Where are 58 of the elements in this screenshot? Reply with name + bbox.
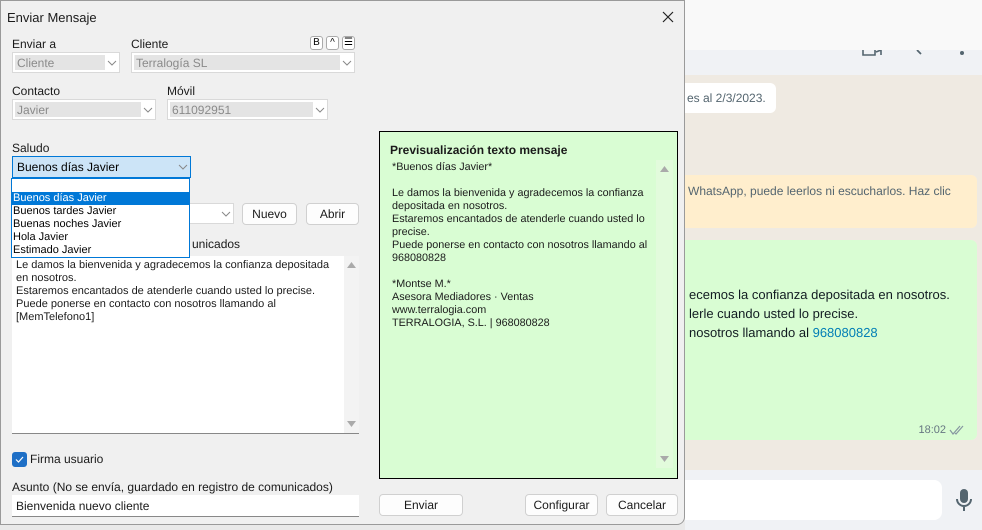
- scroll-up-icon[interactable]: [347, 262, 356, 268]
- field-label: Saludo: [12, 140, 50, 156]
- window-title: Enviar Mensaje: [7, 10, 97, 24]
- field-label: Enviar a: [12, 36, 58, 52]
- preview-line: *Buenos días Javier*: [392, 161, 494, 174]
- preview-line: 968080828: [392, 252, 448, 265]
- text-line: en nosotros.: [16, 272, 78, 285]
- preview-line: TERRALOGIA, S.L. | 968080828: [392, 317, 551, 330]
- message-input[interactable]: [685, 480, 942, 520]
- configure-button[interactable]: Configurar: [525, 494, 598, 516]
- subject-input[interactable]: Bienvenida nuevo cliente: [12, 495, 359, 517]
- checkbox-label: Firma usuario: [30, 452, 104, 466]
- message-time: 18:02: [918, 424, 946, 436]
- preview-line: precise.: [392, 226, 431, 239]
- checkbox[interactable]: [12, 452, 27, 466]
- field-label: Móvil: [167, 83, 196, 99]
- format-button[interactable]: ^: [326, 36, 339, 50]
- message-line: lerle cuando usted lo precise.: [688, 305, 860, 323]
- text-line: [MemTelefono1]: [16, 311, 96, 324]
- close-button[interactable]: [660, 9, 676, 25]
- preview-line: *Montse M.*: [392, 278, 452, 291]
- date-notice: es al 2/3/2023.: [685, 83, 776, 113]
- format-button[interactable]: B: [310, 36, 323, 50]
- message-line: ecemos la confianza depositada en nosotros.: [688, 286, 951, 304]
- phone-link[interactable]: 968080828: [812, 325, 878, 340]
- field-label: Cliente: [131, 36, 168, 52]
- dropdown-option[interactable]: Buenos días Javier: [12, 192, 189, 205]
- message-line: nosotros llamando al 968080828: [688, 324, 879, 342]
- preview-line: Le damos la bienvenida y agradecemos la confianza: [392, 187, 644, 200]
- cancel-button[interactable]: Cancelar: [606, 494, 678, 516]
- message-text-area[interactable]: Le damos la bienvenida y agradecemos la confianza depositada en nosotros. Estaremos encantados de atenderle cuando usted lo precise. Puede ponerse en contacto con nosotros llamando al [MemTelefono1]: [12, 256, 359, 434]
- scroll-down-icon[interactable]: [347, 421, 356, 427]
- text-line: Puede ponerse en contacto con nosotros llamando al: [16, 298, 277, 311]
- more-options-icon[interactable]: [960, 50, 964, 56]
- field-label: Asunto (No se envía, guardado en registro de comunicados): [12, 479, 334, 495]
- microphone-icon[interactable]: [956, 488, 972, 512]
- encryption-notice: WhatsApp, puede leerlos ni escucharlos. Haz clic: [685, 175, 977, 228]
- scroll-down-icon[interactable]: [660, 456, 669, 462]
- preview-line: Estaremos encantados de atenderle cuando usted lo: [392, 213, 646, 226]
- field-label: unicados: [192, 236, 240, 252]
- send-button[interactable]: Enviar: [379, 494, 463, 516]
- text-line: Estaremos encantados de atenderle cuando usted lo precise.: [16, 285, 316, 298]
- preview-line: Asesora Mediadores · Ventas: [392, 291, 535, 304]
- scroll-up-icon[interactable]: [660, 166, 669, 172]
- new-button[interactable]: Nuevo: [242, 203, 297, 225]
- text-line: Le damos la bienvenida y agradecemos la confianza depositada: [16, 259, 330, 272]
- preview-line: depositada en nosotros.: [392, 200, 508, 213]
- video-camera-icon[interactable]: [862, 50, 882, 56]
- preview-line: www.terralogia.com: [392, 304, 488, 317]
- open-button[interactable]: Abrir: [306, 203, 359, 225]
- preview-line: Puede ponerse en contacto con nosotros llamando al: [392, 239, 648, 252]
- greeting-dropdown[interactable]: Buenos días Javier: [12, 156, 191, 178]
- format-button[interactable]: ☰: [342, 36, 355, 50]
- checkmark-icon: [15, 456, 24, 462]
- field-label: Contacto: [12, 83, 62, 99]
- panel-title: Previsualización texto mensaje: [390, 142, 568, 158]
- chevron-down-icon[interactable]: [178, 164, 188, 170]
- chevron-down-icon[interactable]: [221, 210, 231, 216]
